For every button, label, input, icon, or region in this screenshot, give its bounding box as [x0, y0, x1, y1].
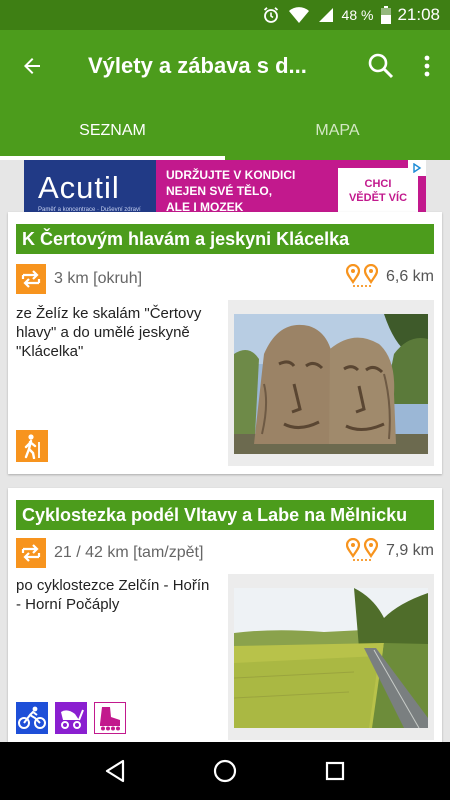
trip-title: K Čertovým hlavám a jeskyni Klácelka [16, 224, 434, 254]
battery-icon [381, 6, 392, 24]
nav-recents-button[interactable] [310, 746, 360, 796]
trip-photo[interactable] [228, 300, 434, 466]
arrow-back-icon [24, 58, 40, 74]
bike-path-photo [234, 588, 428, 728]
loop-route-icon [16, 538, 46, 568]
nav-recents-icon [325, 761, 345, 781]
tab-seznam[interactable]: SEZNAM [0, 102, 225, 160]
signal-icon [318, 7, 334, 23]
trip-activities [16, 702, 133, 734]
ad-line-2: NEJEN SVÉ TĚLO, [166, 184, 273, 198]
ad-cta-line-2: VĚDĚT VÍC [348, 192, 408, 204]
nav-back-icon [105, 759, 125, 783]
trip-photo[interactable] [228, 574, 434, 740]
nav-home-icon [213, 759, 237, 783]
battery-percent: 48 % [341, 7, 374, 23]
search-icon [368, 53, 394, 79]
trip-route-text: 21 / 42 km [tam/zpět] [54, 544, 204, 561]
stroller-icon [55, 702, 87, 734]
trip-distance-text: 7,9 km [385, 542, 434, 559]
trip-route: 3 km [okruh] [16, 264, 142, 294]
trip-route: 21 / 42 km [tam/zpět] [16, 538, 203, 568]
trip-distance: 7,9 km [345, 538, 434, 564]
trip-distance-text: 6,6 km [385, 268, 434, 285]
overflow-menu-button[interactable] [404, 30, 450, 102]
trip-title: Cyklostezka podél Vltavy a Labe na Mělni… [16, 500, 434, 530]
ad-cta-button[interactable]: CHCI VĚDĚT VÍC [338, 168, 418, 214]
back-button[interactable] [0, 30, 64, 102]
trip-route-text: 3 km [okruh] [54, 270, 143, 287]
ad-choices-icon[interactable] [408, 160, 426, 176]
system-nav-bar [0, 742, 450, 800]
rock-heads-photo [234, 314, 428, 454]
ad-logo: Acutil [38, 169, 120, 205]
loop-route-icon [16, 264, 46, 294]
trip-activities [16, 430, 55, 462]
tab-mapa[interactable]: MAPA [225, 102, 450, 160]
nav-home-button[interactable] [200, 746, 250, 796]
nav-back-button[interactable] [90, 746, 140, 796]
status-bar: 48 % 21:08 [0, 0, 450, 30]
inline-skate-icon [94, 702, 126, 734]
cycling-icon [16, 702, 48, 734]
trip-distance: 6,6 km [345, 264, 434, 290]
more-vert-icon [424, 55, 430, 77]
trip-description: po cyklostezce Zelčín - Hořín - Horní Po… [16, 577, 210, 613]
trip-card[interactable]: Cyklostezka podél Vltavy a Labe na Mělni… [8, 488, 442, 742]
alarm-icon [262, 6, 280, 24]
location-pins-icon [345, 264, 378, 290]
page-title: Výlety a zábava s d... [88, 53, 307, 78]
trip-card[interactable]: K Čertovým hlavám a jeskyni Klácelka 3 k… [8, 212, 442, 474]
tab-bar: SEZNAM MAPA [0, 102, 450, 160]
clock: 21:08 [397, 5, 440, 24]
trip-description: ze Želíz ke skalám "Čertovy hlavy" a do … [16, 305, 202, 360]
app-toolbar: Výlety a zábava s d... [0, 30, 450, 102]
hiking-icon [16, 430, 48, 462]
ad-line-1: UDRŽUJTE V KONDICI [166, 168, 296, 182]
ad-cta-line-1: CHCI [364, 178, 392, 190]
wifi-icon [288, 6, 310, 24]
location-pins-icon [345, 538, 378, 564]
search-button[interactable] [358, 30, 404, 102]
